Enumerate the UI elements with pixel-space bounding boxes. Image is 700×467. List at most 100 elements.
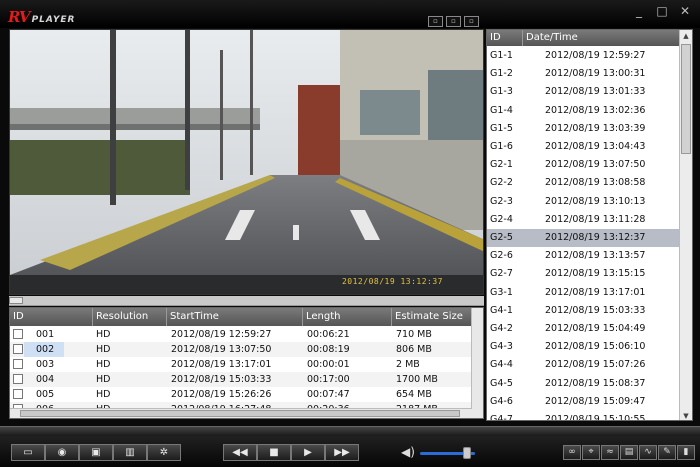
list-item[interactable]: G2-7 2012/08/19 13:15:15 [487,265,680,283]
cell-length: 00:08:19 [307,344,350,355]
graph-icon[interactable]: ∿ [639,445,657,460]
list-item[interactable]: G1-3 2012/08/19 13:01:33 [487,83,680,101]
road-icon[interactable]: ≈ [601,445,619,460]
scroll-thumb[interactable] [20,410,460,417]
camera-icon[interactable]: ◉ [45,444,79,461]
event-datetime: 2012/08/19 13:13:57 [545,250,646,262]
event-datetime: 2012/08/19 13:07:50 [545,159,646,171]
video-player[interactable]: 2012/08/19 13:12:37 [9,29,484,295]
event-list-scrollbar[interactable]: ▲ ▼ [679,30,692,420]
view-fullscreen-icon[interactable]: ▫ [464,16,479,27]
gear-icon[interactable]: ✲ [147,444,181,461]
event-datetime: 2012/08/19 15:07:26 [545,359,646,371]
col-id[interactable]: ID [10,308,93,326]
event-datetime: 2012/08/19 13:08:58 [545,177,646,189]
event-datetime: 2012/08/19 15:06:10 [545,341,646,353]
list-item[interactable]: G2-1 2012/08/19 13:07:50 [487,156,680,174]
col-datetime[interactable]: Date/Time [523,30,680,46]
list-item[interactable]: G1-6 2012/08/19 13:04:43 [487,138,680,156]
table-row[interactable]: 004 HD 2012/08/19 15:03:33 00:17:00 1700 MB [10,372,472,387]
folder-icon[interactable]: ▭ [11,444,45,461]
list-item[interactable]: G2-2 2012/08/19 13:08:58 [487,174,680,192]
stop-icon[interactable]: ■ [257,444,291,461]
link-icon[interactable]: ∞ [563,445,581,460]
col-event-id[interactable]: ID [487,30,523,46]
cell-size: 654 MB [396,389,432,400]
list-item[interactable]: G2-5 2012/08/19 13:12:37 [487,229,680,247]
col-estimate-size[interactable]: Estimate Size [392,308,472,326]
save-icon[interactable]: ▣ [79,444,113,461]
event-datetime: 2012/08/19 13:17:01 [545,286,646,298]
volume-icon[interactable]: ◀) [401,445,415,459]
scroll-down-icon[interactable]: ▼ [680,410,692,420]
row-checkbox[interactable] [13,329,23,339]
event-id: G4-4 [490,359,513,371]
lock-icon[interactable]: ▮ [677,445,695,460]
list-item[interactable]: G2-3 2012/08/19 13:10:13 [487,193,680,211]
event-datetime: 2012/08/19 13:04:43 [545,141,646,152]
col-starttime[interactable]: StartTime [167,308,303,326]
event-id: G2-7 [490,268,513,280]
cell-length: 00:00:01 [307,359,350,370]
cell-resolution: HD [96,359,111,370]
list-item[interactable]: G3-1 2012/08/19 13:17:01 [487,284,680,302]
recordings-vertical-scrollbar[interactable] [471,308,483,418]
row-checkbox[interactable] [13,374,23,384]
splitter-bar[interactable] [9,296,484,306]
event-id: G1-5 [490,122,513,134]
volume-slider-thumb[interactable] [462,447,471,459]
event-datetime: 2012/08/19 12:59:27 [545,50,646,61]
list-item[interactable]: G2-6 2012/08/19 13:13:57 [487,247,680,265]
map-icon[interactable]: ⌖ [582,445,600,460]
list-item[interactable]: G1-5 2012/08/19 13:03:39 [487,120,680,138]
splitter-handle[interactable] [9,297,23,304]
event-list: ID Date/Time G1-1 2012/08/19 12:59:27 G1-2… [486,29,693,421]
table-row[interactable]: 001 HD 2012/08/19 12:59:27 00:06:21 710 MB [10,327,472,342]
event-id: G2-4 [490,213,513,225]
col-length[interactable]: Length [303,308,392,326]
col-resolution[interactable]: Resolution [93,308,167,326]
table-row[interactable]: 002 HD 2012/08/19 13:07:50 00:08:19 806 MB [10,342,472,357]
view-split-icon[interactable]: ▫ [446,16,461,27]
row-checkbox[interactable] [13,344,23,354]
image-icon[interactable]: ▤ [620,445,638,460]
scroll-up-icon[interactable]: ▲ [680,30,692,42]
list-item[interactable]: G4-4 2012/08/19 15:07:26 [487,356,680,374]
trash-icon[interactable]: ▥ [113,444,147,461]
cell-starttime: 2012/08/19 13:17:01 [171,359,272,370]
list-item[interactable]: G1-2 2012/08/19 13:00:31 [487,65,680,83]
rewind-icon[interactable]: ◀◀ [223,444,257,461]
row-checkbox[interactable] [13,359,23,369]
fast-forward-icon[interactable]: ▶▶ [325,444,359,461]
list-item[interactable]: G4-5 2012/08/19 15:08:37 [487,375,680,393]
app-logo: RV PLAYER [8,7,75,26]
view-single-icon[interactable]: ▫ [428,16,443,27]
cell-id: 001 [36,329,55,340]
list-item[interactable]: G4-3 2012/08/19 15:06:10 [487,338,680,356]
list-item[interactable]: G2-4 2012/08/19 13:11:28 [487,211,680,229]
wrench-icon[interactable]: ✎ [658,445,676,460]
dashcam-frame [10,30,483,294]
list-item[interactable]: G1-1 2012/08/19 12:59:27 [487,47,680,65]
event-id: G4-2 [490,323,513,334]
play-icon[interactable]: ▶ [291,444,325,461]
table-row[interactable]: 005 HD 2012/08/19 15:26:26 00:07:47 654 MB [10,387,472,402]
cell-size: 710 MB [396,329,432,340]
list-item[interactable]: G4-1 2012/08/19 15:03:33 [487,302,680,320]
close-button[interactable]: ✕ [676,4,694,18]
maximize-button[interactable]: □ [653,4,671,18]
event-datetime: 2012/08/19 15:08:37 [545,377,646,389]
recordings-horizontal-scrollbar[interactable] [10,408,472,418]
row-checkbox[interactable] [13,389,23,399]
list-item[interactable]: G4-2 2012/08/19 15:04:49 [487,320,680,338]
cell-resolution: HD [96,374,111,385]
scroll-thumb[interactable] [681,44,691,154]
video-timestamp: 2012/08/19 13:12:37 [341,277,443,286]
list-item[interactable]: G1-4 2012/08/19 13:02:36 [487,102,680,120]
list-item[interactable]: G4-6 2012/08/19 15:09:47 [487,393,680,411]
cell-starttime: 2012/08/19 15:26:26 [171,389,272,400]
minimize-button[interactable]: _ [630,4,648,18]
seek-bar[interactable] [0,426,700,436]
table-row[interactable]: 003 HD 2012/08/19 13:17:01 00:00:01 2 MB [10,357,472,372]
list-item[interactable]: G4-7 2012/08/19 15:10:55 [487,411,680,420]
